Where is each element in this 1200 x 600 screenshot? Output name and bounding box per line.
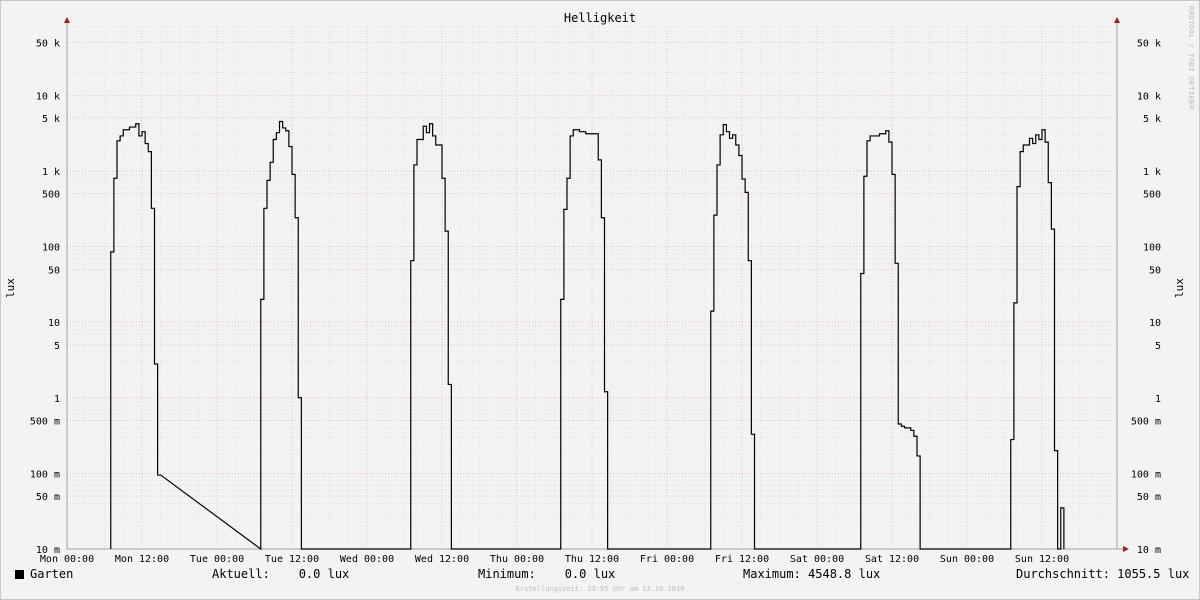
x-tick-label: Sun 00:00 [940,554,994,565]
x-tick-label: Wed 00:00 [340,554,394,565]
y-tick-label-right: 10 m [1137,545,1161,556]
legend-swatch [15,570,24,579]
labels-layer: 50 k 50 k 10 k 10 k 5 k 5 k 1 k 1 k 500 500 100 100… [4,38,1186,565]
legend-series: Garten [15,567,73,581]
y-tick-label-left: 100 [42,243,60,254]
legend-minimum: Minimum: 0.0 lux [478,567,616,581]
x-tick-label: Wed 12:00 [415,554,469,565]
y-tick-label-right: 1 [1155,394,1161,405]
x-tick-label: Tue 12:00 [265,554,319,565]
legend-aktuell: Aktuell: 0.0 lux [212,567,350,581]
y-tick-label-right: 100 m [1131,469,1161,480]
x-tick-label: Thu 00:00 [490,554,544,565]
y-tick-label-left: 50 m [36,492,60,503]
y-tick-label-left: 1 k [42,167,60,178]
y-tick-label-right: 10 k [1137,91,1161,102]
x-tick-label: Thu 12:00 [565,554,619,565]
y-tick-label-left: 10 k [36,91,60,102]
y-tick-label-right: 500 m [1131,417,1161,428]
x-tick-label: Fri 00:00 [640,554,694,565]
creation-time: Erstellungszeit: 23:55 Uhr am 13.10.2019 [515,585,685,593]
y-tick-label-right: 1 k [1143,167,1161,178]
grid-layer [66,26,1117,550]
legend-durchschnitt: Durchschnitt: 1055.5 lux [1016,567,1190,581]
legend-series-name: Garten [30,567,74,581]
y-tick-label-left: 500 [42,190,60,201]
y-tick-label-right: 500 [1143,190,1161,201]
x-tick-label: Mon 12:00 [115,554,169,565]
chart-svg: 50 k 50 k 10 k 10 k 5 k 5 k 1 k 1 k 500 500 100 100… [4,17,1186,565]
x-axis-arrow [1123,546,1129,552]
y-tick-label-left: 10 [48,318,60,329]
y-axis-arrow-right [1114,17,1120,23]
y-axis-arrow-left [64,17,70,23]
y-tick-label-right: 50 [1149,265,1161,276]
y-axis-label-right: lux [1173,278,1186,298]
y-tick-label-left: 50 k [36,38,60,49]
y-tick-label-right: 5 [1155,341,1161,352]
x-tick-label: Tue 00:00 [190,554,244,565]
y-tick-label-left: 5 [54,341,60,352]
x-tick-label: Fri 12:00 [715,554,769,565]
y-tick-label-left: 50 [48,265,60,276]
y-tick-label-right: 100 [1143,243,1161,254]
x-tick-label: Sun 12:00 [1015,554,1069,565]
x-tick-label: Sat 00:00 [790,554,844,565]
y-tick-label-left: 500 m [30,417,60,428]
y-tick-label-left: 1 [54,394,60,405]
y-tick-label-right: 10 [1149,318,1161,329]
y-axis-label-left: lux [4,278,17,298]
legend-maximum: Maximum: 4548.8 lux [743,567,881,581]
y-tick-label-right: 5 k [1143,114,1161,125]
axis-layer [64,17,1129,552]
x-tick-label: Mon 00:00 [40,554,94,565]
y-tick-label-right: 50 m [1137,492,1161,503]
y-tick-label-right: 50 k [1137,38,1161,49]
y-tick-label-left: 5 k [42,114,60,125]
x-tick-label: Sat 12:00 [865,554,919,565]
y-tick-label-left: 100 m [30,469,60,480]
